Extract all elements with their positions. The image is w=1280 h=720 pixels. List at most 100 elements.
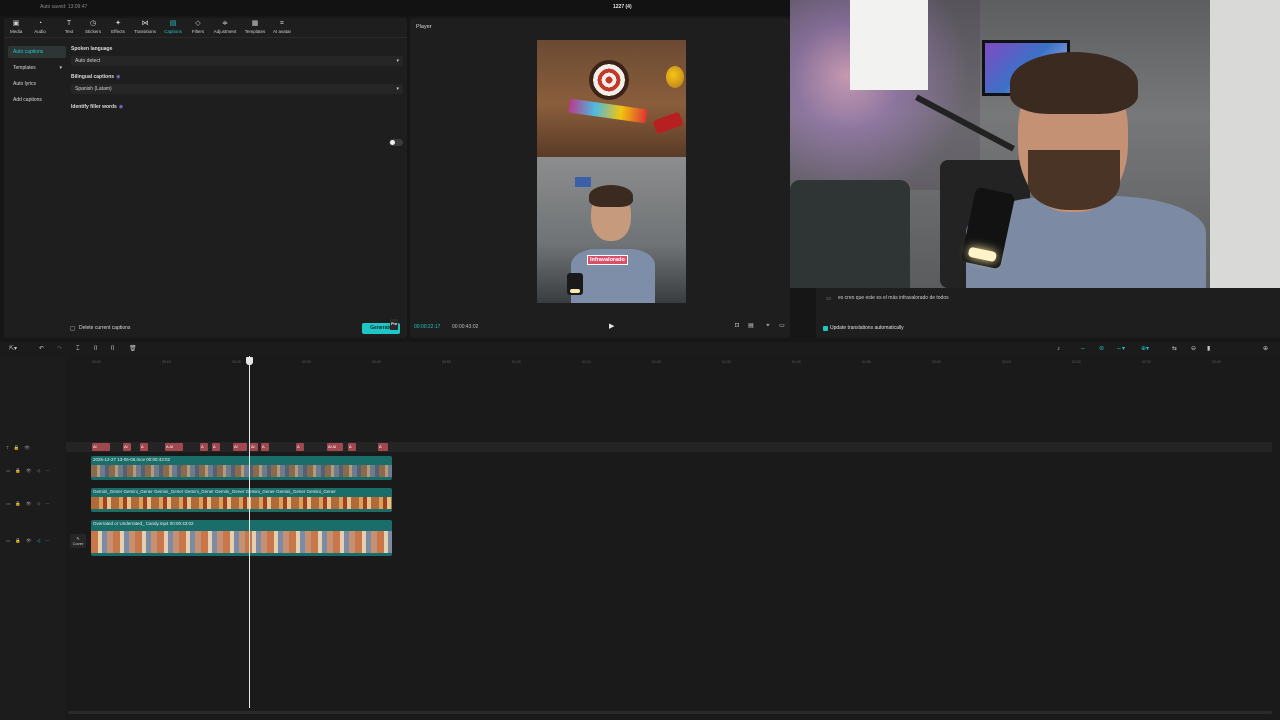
microphone-icon[interactable]: ♪	[1057, 345, 1060, 353]
undo-icon[interactable]: ↶	[39, 345, 44, 353]
select-tool-icon[interactable]: ⇱▾	[9, 345, 17, 353]
caption-segment[interactable]: Al Al	[327, 443, 343, 451]
tab-ai-avatar[interactable]: ⌗ AI avatar	[270, 20, 294, 34]
ratio-icon[interactable]: ▭	[778, 323, 786, 330]
more-icon[interactable]: ⋯	[45, 501, 50, 506]
spoken-language-select[interactable]: Auto detect ▾	[71, 56, 403, 66]
speaker-beard	[1028, 150, 1120, 210]
filters-icon: ◇	[195, 20, 201, 27]
more-icon[interactable]: ⋯	[45, 538, 50, 543]
side-item-auto-captions[interactable]: Auto captions	[8, 46, 66, 58]
video-preview[interactable]: Infravalorado	[537, 40, 686, 303]
audio-icon[interactable]: ◁	[37, 468, 40, 473]
magnet-icon[interactable]: ⊜	[1099, 345, 1104, 353]
eye-icon[interactable]: 👁	[24, 445, 30, 450]
tab-captions[interactable]: ▤ Captions	[161, 20, 185, 34]
track-headers: T 🔒 👁 ▭ 🔒 👁 ◁ ⋯ ▭ 🔒 👁 ◁ ⋯ ▭ 🔒 👁 ◁ ⋯	[0, 356, 66, 720]
trim-left-icon[interactable]: ⌷	[94, 345, 98, 353]
caption-line-number: 33	[826, 296, 832, 301]
effects-icon: ✦	[115, 20, 121, 27]
gemini-image-clips[interactable]: Gemini_Gener Gemini_Gener Gemini_Gener G…	[91, 488, 392, 512]
chevron-down-icon: ▾	[59, 65, 62, 71]
video-track-header: ▭ 🔒 👁 ◁ ⋯	[6, 538, 55, 544]
caption-segment[interactable]: A	[200, 443, 208, 451]
screenshot-icon[interactable]: ▤	[747, 323, 755, 330]
preview-axis-icon[interactable]: ⊕▾	[1141, 345, 1149, 353]
focus-icon[interactable]: ⌖	[764, 323, 772, 330]
more-icon[interactable]: ⋯	[45, 468, 50, 473]
caption-overlay-text[interactable]: Infravalorado	[587, 255, 628, 265]
caption-segment[interactable]: A	[296, 443, 304, 451]
eye-icon[interactable]: 👁	[26, 538, 32, 543]
lock-icon[interactable]: 🔒	[15, 538, 21, 543]
cover-button[interactable]: ✎ Cover	[70, 534, 86, 548]
video-track-icon: ▭	[6, 501, 11, 506]
tab-text[interactable]: T Text	[63, 20, 75, 34]
filler-words-toggle[interactable]	[389, 139, 403, 146]
bilingual-language-select[interactable]: Spanish (Latam) ▾	[71, 84, 403, 94]
caption-segment[interactable]: Al	[92, 443, 110, 451]
zoom-out-icon[interactable]: ⊖	[1191, 345, 1196, 353]
filler-words-label: Identify filler words ◉	[71, 104, 124, 110]
side-item-add-captions[interactable]: Add captions	[8, 94, 66, 106]
audio-icon[interactable]: ◁	[37, 538, 40, 543]
player-panel: Player Infravalorado 00:00:22:17 00:00:4…	[410, 18, 790, 338]
text-icon: T	[66, 20, 72, 27]
fruit-bowl	[666, 66, 684, 88]
trim-right-icon[interactable]: ⌷	[111, 345, 115, 353]
caption-segment[interactable]: Al	[123, 443, 131, 451]
redo-icon[interactable]: ↷	[57, 345, 62, 353]
clip-label: 2025-12-27 13-06-06.mov 00:00:43:02	[93, 457, 171, 462]
caption-segment[interactable]: A	[348, 443, 356, 451]
caption-line-text[interactable]: es creo que este es el más infravalorado…	[838, 295, 949, 301]
caption-segment[interactable]: A	[212, 443, 220, 451]
fit-icon[interactable]: ⇆	[1172, 345, 1177, 353]
timeline-scrollbar[interactable]	[68, 711, 1272, 714]
auto-update-checkbox[interactable]	[823, 326, 828, 331]
tab-adjustment[interactable]: ≑ Adjustment	[210, 20, 240, 34]
tab-transitions[interactable]: ⋈ Transitions	[131, 20, 159, 34]
lock-icon[interactable]: 🔒	[14, 445, 20, 450]
generate-button[interactable]: Generate Pro	[362, 319, 400, 334]
caption-segment[interactable]: Al	[250, 443, 258, 451]
ruler-tick: 00:50	[442, 360, 451, 364]
tab-filters[interactable]: ◇ Filters	[190, 20, 206, 34]
caption-segment[interactable]: A	[140, 443, 148, 451]
tab-templates[interactable]: ▦ Templates	[242, 20, 268, 34]
delete-captions-checkbox[interactable]	[70, 326, 75, 331]
side-item-auto-lyrics[interactable]: Auto lyrics	[8, 78, 66, 90]
caption-segment[interactable]: Al	[233, 443, 247, 451]
main-video-clip[interactable]: 2025-12-27 13-06-06.mov 00:00:43:02	[91, 456, 392, 480]
lock-icon[interactable]: 🔒	[15, 468, 21, 473]
zoom-in-icon[interactable]: ⊕	[1263, 345, 1268, 353]
transitions-icon: ⋈	[141, 20, 149, 27]
play-icon[interactable]: ▶	[609, 322, 614, 330]
tab-stickers[interactable]: ◷ Stickers	[83, 20, 103, 34]
caption-segment[interactable]: A	[378, 443, 388, 451]
audio-icon[interactable]: ◁	[37, 501, 40, 506]
eye-icon[interactable]: 👁	[26, 501, 32, 506]
clip-label: Overrated or Underrated_ Candy.mp4 00:00…	[93, 521, 194, 526]
playhead-handle[interactable]	[246, 357, 253, 365]
caption-settings: Spoken language Auto detect ▾ Bilingual …	[71, 46, 403, 146]
chevron-down-icon: ▾	[396, 58, 399, 64]
window	[850, 0, 928, 90]
split-icon[interactable]: ⌶	[76, 345, 80, 353]
playhead-line[interactable]	[249, 356, 250, 708]
ruler-tick: 02:10	[1002, 360, 1011, 364]
zoom-slider-icon[interactable]: ▮	[1207, 345, 1210, 353]
ruler-tick: 02:00	[932, 360, 941, 364]
candy-video-clip[interactable]: Overrated or Underrated_ Candy.mp4 00:00…	[91, 520, 392, 556]
lock-icon[interactable]: 🔒	[15, 501, 21, 506]
tab-media[interactable]: ▣ Media	[10, 20, 22, 34]
linkage-icon[interactable]: ⇔▾	[1116, 345, 1125, 353]
caption-segment[interactable]: A	[261, 443, 269, 451]
tab-audio[interactable]: ◔ Audio	[33, 20, 47, 34]
tab-effects[interactable]: ✦ Effects	[109, 20, 127, 34]
crop-icon[interactable]: ⊡	[733, 323, 741, 330]
link-main-track-icon[interactable]: ⇔	[1080, 345, 1086, 353]
eye-icon[interactable]: 👁	[26, 468, 32, 473]
side-item-templates[interactable]: Templates ▾	[8, 62, 66, 74]
caption-segment[interactable]: A Al	[165, 443, 183, 451]
delete-icon[interactable]: 🗑	[129, 345, 137, 353]
